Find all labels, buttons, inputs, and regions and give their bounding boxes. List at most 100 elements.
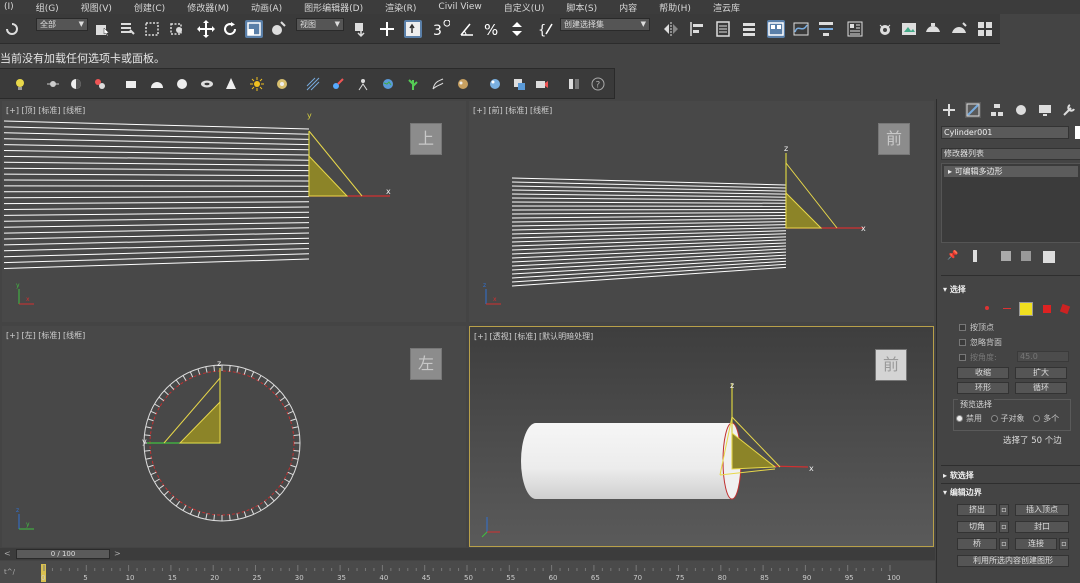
camera-icon[interactable] (535, 77, 549, 91)
rect-selection-icon[interactable] (143, 20, 161, 38)
extrude-button[interactable]: 挤出 (957, 504, 997, 516)
render-production-icon[interactable] (924, 20, 942, 38)
menu-item-13[interactable]: 渲云库 (713, 1, 740, 14)
by-vertex-checkbox[interactable]: 按顶点 (959, 322, 994, 333)
sphere-icon[interactable] (175, 77, 189, 91)
ignore-backfacing-checkbox[interactable]: 忽略背面 (959, 337, 1002, 348)
ref-coord-dropdown[interactable]: 视图 ▼ (296, 18, 344, 31)
edit-borders-rollout[interactable]: ▾ 编辑边界 (943, 487, 982, 498)
keyboard-shortcut-icon[interactable] (404, 20, 422, 38)
track-bar[interactable]: t^/ 0 5 10 15 20 25 30 35 40 45 50 55 60 65 70 75 80 85 90… (0, 561, 935, 583)
make-unique-icon[interactable] (1001, 251, 1011, 261)
hierarchy-tab-icon[interactable] (989, 102, 1005, 118)
pivot-center-icon[interactable] (352, 20, 370, 38)
scale-icon[interactable] (245, 20, 263, 38)
viewport-top[interactable]: y x y x [+] [顶] [标准] [线框] 上 (2, 101, 466, 322)
edit-named-sel-icon[interactable]: { (537, 20, 555, 38)
modifier-list-dropdown[interactable]: 修改器列表 (941, 148, 1080, 160)
create-tab-icon[interactable] (941, 102, 957, 118)
menu-item-1[interactable]: 组(G) (36, 1, 59, 14)
character-icon[interactable] (356, 77, 370, 91)
angle-value-field[interactable]: 45.0 (1017, 351, 1069, 362)
by-angle-checkbox[interactable]: 按角度: (959, 352, 997, 363)
snap-3d-icon[interactable]: 3 (432, 19, 451, 39)
rotate-icon[interactable] (221, 20, 239, 38)
menu-item-3[interactable]: 创建(C) (134, 1, 165, 14)
configure-sets-icon[interactable] (1043, 251, 1055, 263)
render-iterative-icon[interactable] (950, 20, 968, 38)
material-sphere-icon[interactable] (488, 77, 502, 91)
viewport-left[interactable]: z y z y [+] [左] [标准] [线框] 左 (2, 326, 466, 547)
select-manipulate-icon[interactable] (378, 20, 396, 38)
select-by-name-icon[interactable] (118, 20, 136, 38)
rendered-frame-icon[interactable] (900, 20, 918, 38)
place-icon[interactable] (269, 20, 287, 38)
menu-item-5[interactable]: 动画(A) (251, 1, 282, 14)
menu-item-0[interactable]: (I) (4, 2, 14, 12)
create-shape-button[interactable]: 利用所选内容创建图形 (957, 555, 1069, 567)
polygon-mode-icon[interactable] (1043, 305, 1051, 313)
next-frame-icon[interactable]: > (114, 549, 121, 558)
viewcube-front[interactable]: 前 (878, 123, 910, 155)
menu-item-8[interactable]: Civil View (438, 2, 481, 12)
particles-icon[interactable] (93, 77, 107, 91)
layer-explorer-icon[interactable] (740, 20, 758, 38)
align-icon[interactable] (688, 20, 706, 38)
preview-subobject-radio[interactable]: 子对象 (990, 414, 1025, 423)
menu-item-9[interactable]: 自定义(U) (504, 1, 545, 14)
mirror-icon[interactable] (662, 20, 680, 38)
cloth-icon[interactable] (456, 77, 470, 91)
grid-pattern-icon[interactable] (306, 77, 320, 91)
edge-mode-icon[interactable] (1003, 308, 1011, 309)
viewcube-left[interactable]: 左 (410, 348, 442, 380)
selection-rollout-title[interactable]: ▾ 选择 (943, 284, 966, 295)
ring-icon[interactable] (275, 77, 289, 91)
vertex-mode-icon[interactable] (985, 306, 989, 310)
render-elements-icon[interactable] (512, 77, 526, 91)
time-slider[interactable]: 0 / 100 (16, 549, 110, 559)
bridge-button[interactable]: 桥 (957, 538, 997, 550)
extrude-settings-button[interactable]: ▫ (999, 504, 1009, 516)
connect-button[interactable]: 连接 (1015, 538, 1057, 550)
bridge-settings-button[interactable]: ▫ (999, 538, 1009, 550)
render-grid-icon[interactable] (976, 20, 994, 38)
dome-icon[interactable] (150, 77, 164, 91)
chamfer-settings-button[interactable]: ▫ (999, 521, 1009, 533)
scene-explorer-icon[interactable] (714, 20, 732, 38)
element-mode-icon[interactable] (1059, 303, 1071, 315)
sun-icon[interactable] (250, 77, 264, 91)
ribbon-toggle-icon[interactable] (767, 20, 785, 38)
loop-button[interactable]: 循环 (1015, 382, 1067, 394)
shrink-button[interactable]: 收缩 (957, 367, 1009, 379)
foliage-icon[interactable] (406, 77, 420, 91)
menu-item-11[interactable]: 内容 (619, 1, 637, 14)
viewport-label-top[interactable]: [+] [顶] [标准] [线框] (6, 105, 85, 116)
insert-vertex-button[interactable]: 插入顶点 (1015, 504, 1069, 516)
modify-tab-icon[interactable] (965, 102, 981, 118)
pin-stack-icon[interactable]: 📌 (947, 251, 958, 261)
lightbulb-icon[interactable] (13, 77, 27, 91)
menu-item-7[interactable]: 渲染(R) (385, 1, 416, 14)
undo-icon[interactable] (2, 20, 20, 38)
show-end-result-icon[interactable] (973, 250, 977, 262)
paint-icon[interactable] (331, 77, 345, 91)
viewcube-top[interactable]: 上 (410, 123, 442, 155)
object-color-swatch[interactable] (1075, 126, 1080, 139)
box-icon[interactable] (124, 77, 138, 91)
curve-editor-icon[interactable] (792, 20, 810, 38)
remove-modifier-icon[interactable] (1021, 251, 1031, 261)
selection-filter-dropdown[interactable]: 全部 ▼ (36, 18, 88, 31)
object-name-field[interactable]: Cylinder001 (941, 126, 1069, 139)
globe-icon[interactable] (381, 77, 395, 91)
viewcube-persp[interactable]: 前 (875, 349, 907, 381)
cone-icon[interactable] (224, 77, 238, 91)
material-editor-icon[interactable] (846, 20, 864, 38)
preview-multi-radio[interactable]: 多个 (1033, 414, 1059, 423)
named-selection-dropdown[interactable]: 创建选择集 ▼ (560, 18, 650, 31)
utilities-tab-icon[interactable] (1061, 102, 1077, 118)
select-object-icon[interactable] (93, 20, 111, 38)
viewport-label-front[interactable]: [+] [前] [标准] [线框] (473, 105, 552, 116)
helper-icon[interactable] (46, 77, 60, 91)
spinner-snap-icon[interactable] (508, 20, 526, 38)
menu-item-2[interactable]: 视图(V) (81, 1, 112, 14)
